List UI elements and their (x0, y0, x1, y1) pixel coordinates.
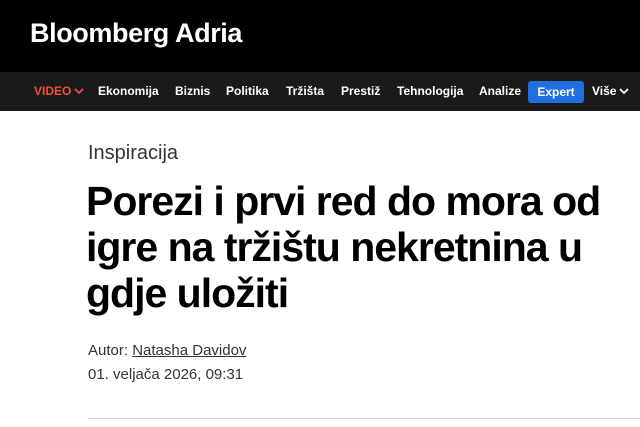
nav-item-trzista[interactable]: Tržišta (286, 72, 324, 111)
nav-item-biznis[interactable]: Biznis (175, 72, 210, 111)
chevron-down-icon (74, 88, 84, 95)
nav-item-tehnologija[interactable]: Tehnologija (397, 72, 463, 111)
chevron-down-icon (619, 88, 630, 95)
nav-item-video[interactable]: VIDEO (34, 72, 84, 111)
article-byline: Autor: Natasha Davidov (88, 342, 246, 359)
article-title-line: Porezi i prvi red do mora od (86, 178, 601, 224)
publish-date: 01. veljača 2026, 09:31 (88, 366, 244, 383)
expert-button[interactable]: Expert (528, 81, 584, 103)
site-logo[interactable]: Bloomberg Adria (30, 18, 242, 49)
article-title: Porezi i prvi red do mora od igre na trž… (86, 178, 640, 316)
nav-item-label: VIDEO (34, 84, 72, 98)
article-category[interactable]: Inspiracija (88, 142, 178, 165)
divider (88, 418, 640, 419)
nav-item-prestiz[interactable]: Prestiž (341, 72, 380, 111)
nav-item-politika[interactable]: Politika (226, 72, 269, 111)
nav-item-analize[interactable]: Analize (479, 72, 521, 111)
nav-item-vise[interactable]: Više (592, 72, 630, 111)
site-header: Bloomberg Adria (0, 0, 640, 72)
author-link[interactable]: Natasha Davidov (132, 342, 246, 359)
nav-item-label: Više (592, 84, 617, 98)
nav-item-ekonomija[interactable]: Ekonomija (98, 72, 159, 111)
author-label: Autor: (88, 342, 129, 359)
article-title-line: gdje uložiti (86, 270, 289, 316)
article-title-line: igre na tržištu nekretnina u (86, 224, 583, 270)
